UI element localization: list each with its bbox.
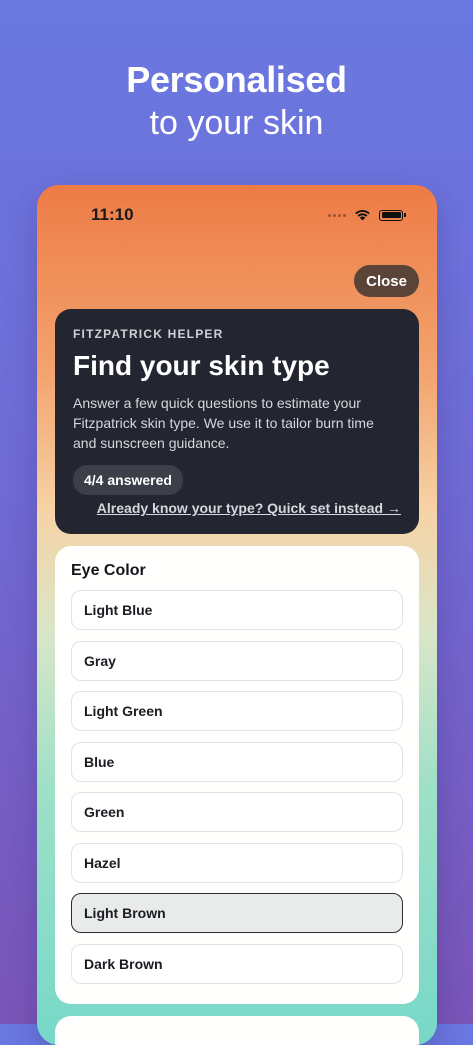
status-icons xyxy=(328,209,406,221)
quick-set-link[interactable]: Already know your type? Quick set instea… xyxy=(97,500,401,516)
promo-header: Personalised to your skin xyxy=(0,58,473,144)
hero-title: Find your skin type xyxy=(73,350,330,381)
option-light-blue[interactable]: Light Blue xyxy=(71,590,403,630)
option-hazel[interactable]: Hazel xyxy=(71,842,403,883)
close-button[interactable]: Close xyxy=(354,265,419,297)
hero-description: Answer a few quick questions to estimate… xyxy=(73,395,374,451)
option-blue[interactable]: Blue xyxy=(71,741,403,782)
promo-subtitle: to your skin xyxy=(149,104,324,142)
status-time: 11:10 xyxy=(91,205,134,224)
skin-type-hero-card: FITZPATRICK HELPER Find your skin type A… xyxy=(55,309,419,534)
option-light-brown[interactable]: Light Brown xyxy=(71,893,403,933)
battery-icon xyxy=(379,209,406,221)
option-dark-brown[interactable]: Dark Brown xyxy=(71,943,403,984)
phone-screen: 11:10 Close FITZPATRICK HELPER Find your… xyxy=(37,185,437,1045)
option-light-green[interactable]: Light Green xyxy=(71,691,403,731)
progress-badge: 4/4 answered xyxy=(73,465,183,495)
status-bar: 11:10 xyxy=(37,205,437,229)
promo-title: Personalised xyxy=(126,59,347,100)
question-card-eye-color: Eye Color Light Blue Gray Light Green Bl… xyxy=(55,546,419,1004)
question-title: Eye Color xyxy=(71,562,146,579)
cellular-icon xyxy=(328,213,346,217)
option-gray[interactable]: Gray xyxy=(71,640,403,681)
wifi-icon xyxy=(355,209,370,221)
hero-eyebrow: FITZPATRICK HELPER xyxy=(73,327,224,341)
option-green[interactable]: Green xyxy=(71,792,403,832)
next-question-card xyxy=(55,1016,419,1045)
